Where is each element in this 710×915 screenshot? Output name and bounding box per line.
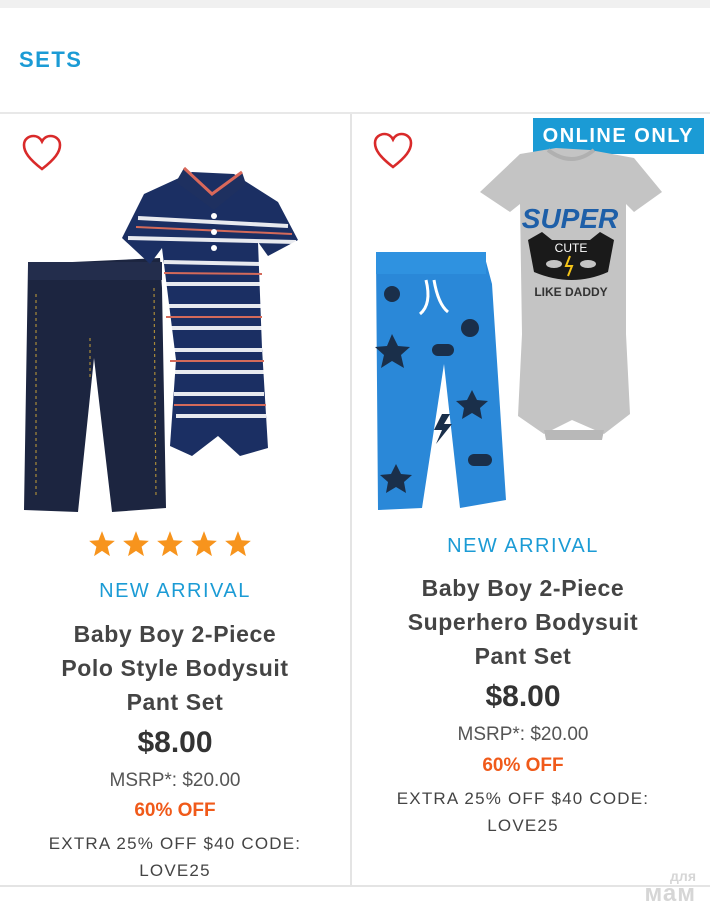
product-title-line[interactable]: Pant Set [344,639,702,673]
star-icon [89,531,115,557]
promo-code: LOVE25 [139,861,211,880]
discount-label: 60% OFF [134,800,216,821]
new-arrival-label: NEW ARRIVAL [99,580,251,602]
new-arrival-label: NEW ARRIVAL [447,535,599,557]
star-rating [88,530,252,558]
promo-text: EXTRA 25% OFF $40 CODE: LOVE25 [344,785,702,839]
product-card-polo[interactable]: NEW ARRIVAL Baby Boy 2-Piece Polo Style … [0,114,352,885]
sale-price: $8.00 [485,680,561,713]
star-icon [191,531,217,557]
star-icon [157,531,183,557]
product-title-line[interactable]: Polo Style Bodysuit [0,651,350,685]
discount-label: 60% OFF [482,755,564,776]
star-icon [123,531,149,557]
print-cute-text: CUTE [555,241,588,255]
watermark-logo: для мам [644,867,696,907]
product-title-line[interactable]: Superhero Bodysuit [344,605,702,639]
product-title[interactable]: Baby Boy 2-Piece Superhero Bodysuit Pant… [344,571,702,673]
section-title: SETS [19,47,83,72]
product-card-superhero[interactable]: ONLINE ONLY SUPER CUTE LIKE DADDY NEW AR… [352,114,710,885]
product-title-line[interactable]: Baby Boy 2-Piece [344,571,702,605]
product-title-line[interactable]: Baby Boy 2-Piece [0,617,350,651]
product-title[interactable]: Baby Boy 2-Piece Polo Style Bodysuit Pan… [0,617,350,719]
sale-price: $8.00 [137,726,213,759]
promo-line: EXTRA 25% OFF $40 CODE: [48,834,302,853]
superhero-set-image[interactable]: SUPER CUTE LIKE DADDY [372,144,692,526]
msrp-price: MSRP*: $20.00 [457,724,589,745]
promo-line: EXTRA 25% OFF $40 CODE: [396,789,650,808]
msrp-price: MSRP*: $20.00 [109,770,241,791]
watermark-line: мам [644,880,696,907]
star-icon [225,531,251,557]
polo-set-image[interactable] [16,138,338,518]
print-super-text: SUPER [522,203,619,234]
bottom-divider [0,885,710,887]
print-like-daddy-text: LIKE DADDY [534,285,607,299]
product-title-line[interactable]: Pant Set [0,685,350,719]
top-bar [0,0,710,8]
promo-code: LOVE25 [487,816,559,835]
promo-text: EXTRA 25% OFF $40 CODE: LOVE25 [0,830,350,884]
